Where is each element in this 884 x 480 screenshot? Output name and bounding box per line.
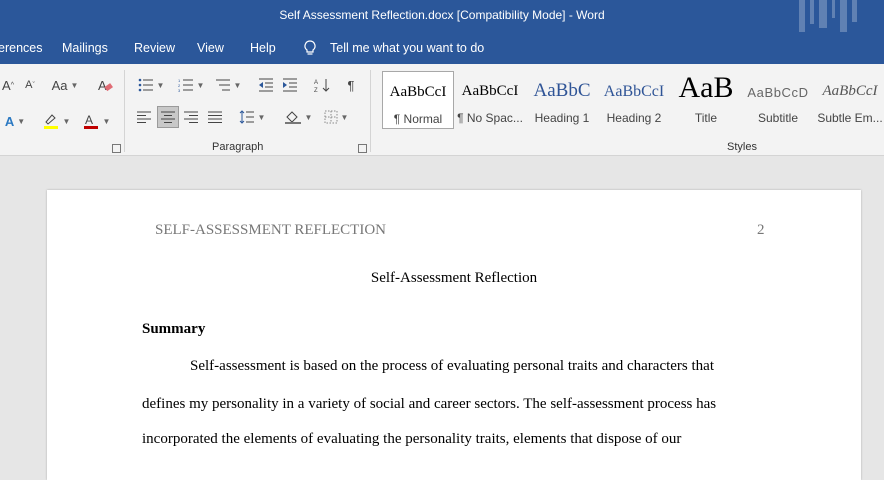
decrease-indent-icon[interactable] [256, 74, 276, 96]
style-name: Subtle Em... [817, 111, 883, 125]
window-title: Self Assessment Reflection.docx [Compati… [279, 8, 605, 22]
style-sample: AaBbCcI [461, 83, 519, 99]
shrink-font-icon[interactable]: Aˇ [22, 74, 38, 96]
style-name: Subtitle [757, 111, 799, 125]
line-spacing-button[interactable]: ▼ [236, 106, 268, 128]
style-name: ¶ No Spac... [457, 111, 523, 125]
style-name: ¶ Normal [393, 112, 443, 126]
document-title: Self-Assessment Reflection [370, 270, 538, 286]
body-line: incorporated the elements of evaluating … [142, 431, 682, 447]
increase-indent-icon[interactable] [280, 74, 300, 96]
ribbon-tabs: erences Mailings Review View Help Tell m… [0, 32, 884, 64]
ribbon: A^ Aˇ Aa▼ A A▼ ▼ A▼ ▼ 123▼ ▼ AZ ¶ [0, 64, 884, 156]
document-page[interactable]: SELF-ASSESSMENT REFLECTION 2 Self-Assess… [47, 190, 861, 480]
font-color-button[interactable]: A ▼ [80, 110, 112, 132]
paint-bucket-icon [284, 111, 301, 124]
font-color-icon: A [83, 113, 98, 129]
sort-icon[interactable]: AZ [312, 74, 332, 96]
page-number: 2 [757, 222, 765, 238]
numbering-icon: 123 [178, 78, 193, 92]
style-name: Title [694, 111, 718, 125]
svg-text:Z: Z [314, 88, 318, 93]
tab-review[interactable]: Review [134, 41, 175, 55]
paragraph-group-label: Paragraph [212, 141, 264, 153]
style-sample: AaBbCcI [822, 83, 878, 99]
bullets-icon [138, 78, 153, 92]
svg-text:3: 3 [178, 88, 181, 92]
change-case-label: Aa [51, 77, 68, 93]
tab-view[interactable]: View [197, 41, 224, 55]
style-subtle-emphasis[interactable]: AaBbCcI Subtle Em... [814, 71, 884, 129]
svg-text:A: A [314, 80, 318, 86]
highlight-button[interactable]: ▼ [40, 110, 72, 132]
style-heading-1[interactable]: AaBbC Heading 1 [526, 71, 598, 129]
tab-references[interactable]: erences [0, 41, 42, 55]
align-right-icon[interactable] [181, 106, 201, 128]
style-name: Heading 2 [606, 111, 662, 125]
body-line: defines my personality in a variety of s… [142, 396, 717, 412]
svg-text:A: A [85, 113, 93, 127]
text-effects-icon: A [4, 113, 15, 129]
paragraph-dialog-launcher-icon[interactable] [358, 144, 367, 153]
style-subtitle[interactable]: AaBbCcD Subtitle [742, 71, 814, 129]
lightbulb-icon [304, 40, 316, 55]
highlighter-icon [43, 114, 58, 129]
title-bar-pattern-icon [799, 0, 857, 32]
body-line: Self-assessment is based on the process … [190, 358, 714, 374]
borders-button[interactable]: ▼ [320, 106, 352, 128]
style-name: Heading 1 [534, 111, 590, 125]
style-sample: AaBbCcI [389, 84, 447, 100]
title-bar: Self Assessment Reflection.docx [Compati… [0, 0, 884, 32]
group-separator [370, 70, 371, 152]
styles-group-label: Styles [727, 141, 757, 153]
tab-mailings[interactable]: Mailings [62, 41, 108, 55]
justify-icon[interactable] [205, 106, 225, 128]
group-separator [124, 70, 125, 152]
shading-button[interactable]: ▼ [282, 106, 314, 128]
tab-help[interactable]: Help [250, 41, 276, 55]
section-heading: Summary [142, 321, 206, 337]
grow-font-icon[interactable]: A ^ [0, 74, 16, 96]
line-spacing-icon [239, 110, 254, 124]
style-sample: AaB [678, 71, 734, 104]
style-sample: AaBbCcD [747, 85, 809, 100]
tell-me-search[interactable]: Tell me what you want to do [330, 41, 484, 55]
show-formatting-marks-icon[interactable]: ¶ [342, 74, 360, 96]
style-sample: AaBbCcI [603, 83, 665, 100]
style-no-spacing[interactable]: AaBbCcI ¶ No Spac... [454, 71, 526, 129]
numbering-button[interactable]: 1 2 3 ▼ [174, 74, 208, 96]
svg-text:A: A [98, 78, 107, 93]
style-title[interactable]: AaB Title [670, 71, 742, 129]
align-center-icon[interactable] [157, 106, 179, 128]
running-head: SELF-ASSESSMENT REFLECTION [155, 222, 387, 238]
multilevel-list-button[interactable]: ▼ [212, 74, 244, 96]
style-sample: AaBbC [533, 80, 591, 101]
multilevel-list-icon [215, 79, 230, 91]
style-normal[interactable]: AaBbCcI ¶ Normal [382, 71, 454, 129]
style-heading-2[interactable]: AaBbCcI Heading 2 [598, 71, 670, 129]
clear-formatting-icon[interactable]: A [96, 74, 114, 96]
borders-icon [324, 110, 338, 124]
change-case-button[interactable]: Aa ▼ [50, 74, 80, 96]
align-left-icon[interactable] [134, 106, 154, 128]
font-dialog-launcher-icon[interactable] [112, 144, 121, 153]
bullets-button[interactable]: ▼ [134, 74, 168, 96]
text-effects-button[interactable]: A ▼ [2, 110, 28, 132]
